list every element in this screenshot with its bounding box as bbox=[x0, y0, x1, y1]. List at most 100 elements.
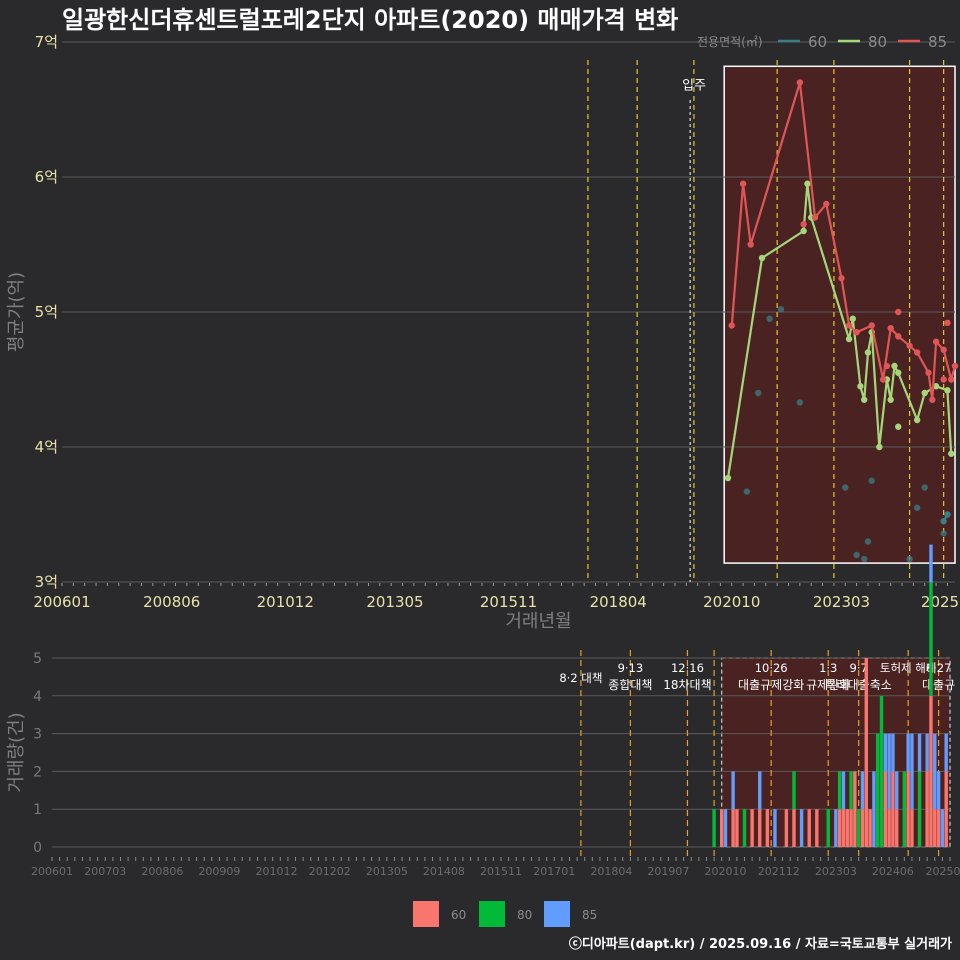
move-in-highlight bbox=[723, 65, 956, 564]
series-point-80 bbox=[849, 315, 857, 322]
volume-bar-85 bbox=[773, 809, 777, 847]
volume-bar-85 bbox=[891, 733, 895, 772]
series-point-80 bbox=[944, 387, 951, 394]
series-point-85 bbox=[800, 221, 807, 228]
y-axis-title: 거래량(건) bbox=[6, 712, 27, 792]
x-tick-label: 201012 bbox=[256, 865, 298, 878]
series-point-85 bbox=[913, 349, 921, 356]
volume-bar-60 bbox=[792, 809, 796, 847]
volume-bar-85 bbox=[799, 809, 804, 847]
series-point-60 bbox=[864, 538, 872, 545]
legend-label-60: 60 bbox=[451, 908, 466, 922]
volume-bar-80 bbox=[875, 733, 880, 847]
series-point-80 bbox=[845, 335, 853, 343]
y-tick-label: 3 bbox=[33, 727, 42, 743]
volume-bar-85 bbox=[929, 544, 933, 583]
series-point-60 bbox=[743, 488, 751, 495]
series-point-85 bbox=[887, 325, 894, 332]
volume-bar-60 bbox=[891, 771, 895, 847]
x-tick-label: 202406 bbox=[872, 865, 914, 878]
volume-bar-60 bbox=[944, 771, 948, 847]
volume-bar-60 bbox=[925, 771, 929, 847]
series-point-85 bbox=[940, 346, 947, 353]
volume-bar-60 bbox=[864, 658, 869, 847]
volume-bar-80 bbox=[849, 771, 853, 810]
series-point-80 bbox=[887, 396, 894, 403]
series-point-85 bbox=[747, 241, 754, 248]
volume-bar-80 bbox=[929, 582, 933, 696]
series-point-60 bbox=[913, 504, 921, 511]
move-in-annotation: 입주 bbox=[682, 78, 706, 93]
y-tick-label: 3억 bbox=[35, 573, 58, 591]
volume-bar-85 bbox=[940, 809, 945, 847]
x-tick-label: 20250 bbox=[926, 865, 960, 878]
x-tick-label: 202010 bbox=[703, 593, 760, 611]
volume-bar-85 bbox=[917, 733, 922, 772]
series-point-85 bbox=[728, 322, 735, 329]
volume-bar-60 bbox=[895, 809, 899, 847]
volume-bar-85 bbox=[841, 771, 846, 810]
volume-bar-85 bbox=[925, 733, 929, 772]
series-point-85 bbox=[906, 342, 913, 349]
volume-bar-60 bbox=[845, 809, 849, 847]
volume-bar-85 bbox=[944, 733, 948, 772]
volume-bar-85 bbox=[933, 733, 937, 810]
series-point-85 bbox=[895, 308, 902, 316]
y-tick-label: 7억 bbox=[35, 33, 58, 51]
volume-bar-80 bbox=[879, 695, 884, 847]
series-point-60 bbox=[842, 484, 849, 491]
volume-bar-80 bbox=[826, 809, 830, 847]
x-tick-label: 2025 bbox=[921, 593, 959, 611]
volume-bar-85 bbox=[872, 771, 876, 847]
series-point-80 bbox=[804, 180, 811, 187]
series-point-85 bbox=[948, 376, 955, 383]
volume-bar-60 bbox=[815, 809, 819, 847]
volume-bar-85 bbox=[758, 771, 762, 810]
x-tick-label: 201907 bbox=[647, 865, 689, 878]
legend-label-60: 60 bbox=[808, 33, 827, 51]
series-point-85 bbox=[811, 214, 819, 221]
series-point-60 bbox=[921, 484, 928, 491]
policy-label: 1·3 bbox=[819, 661, 837, 675]
volume-bar-60 bbox=[807, 809, 811, 847]
x-tick-label: 200601 bbox=[31, 865, 73, 878]
volume-bar-60 bbox=[735, 809, 739, 847]
series-point-85 bbox=[823, 200, 830, 208]
volume-bar-60 bbox=[860, 809, 865, 847]
volume-bar-85 bbox=[936, 771, 941, 810]
series-point-85 bbox=[845, 322, 853, 329]
volume-bar-60 bbox=[887, 809, 891, 847]
y-tick-label: 0 bbox=[33, 840, 42, 856]
volume-bar-85 bbox=[731, 771, 735, 810]
y-tick-label: 5억 bbox=[35, 303, 58, 321]
series-point-60 bbox=[944, 511, 951, 518]
series-point-85 bbox=[879, 376, 887, 383]
policy-label: 12·16 bbox=[671, 661, 704, 675]
volume-bar-80 bbox=[856, 809, 861, 847]
legend-label-85: 85 bbox=[928, 33, 947, 51]
x-tick-label: 201511 bbox=[480, 593, 537, 611]
volume-bar-60 bbox=[929, 695, 933, 847]
series-point-85 bbox=[796, 79, 804, 86]
legend-swatch-60 bbox=[413, 901, 439, 927]
volume-bar-85 bbox=[895, 771, 899, 810]
series-point-80 bbox=[857, 383, 864, 390]
x-axis-title: 거래년월 bbox=[505, 611, 571, 632]
x-tick-label: 200806 bbox=[143, 593, 200, 611]
x-tick-label: 201202 bbox=[309, 865, 351, 878]
series-point-80 bbox=[913, 416, 921, 424]
series-point-85 bbox=[951, 362, 959, 370]
series-point-85 bbox=[868, 322, 875, 329]
volume-bar-60 bbox=[784, 809, 789, 847]
volume-bar-85 bbox=[723, 809, 728, 847]
volume-bar-85 bbox=[906, 733, 910, 772]
y-axis-title: 평균가(억) bbox=[6, 272, 27, 352]
legend-swatch-80 bbox=[479, 901, 505, 927]
volume-bar-80 bbox=[902, 771, 907, 847]
volume-bar-60 bbox=[719, 809, 724, 847]
legend-label-85: 85 bbox=[582, 908, 597, 922]
volume-bar-60 bbox=[731, 809, 735, 847]
y-tick-label: 6억 bbox=[35, 168, 58, 186]
chart-svg: 일광한신더휴센트럴포레2단지 아파트(2020) 매매가격 변화 3억 4억 5억 6… bbox=[6, 6, 960, 952]
y-tick-label: 4 bbox=[33, 689, 42, 705]
